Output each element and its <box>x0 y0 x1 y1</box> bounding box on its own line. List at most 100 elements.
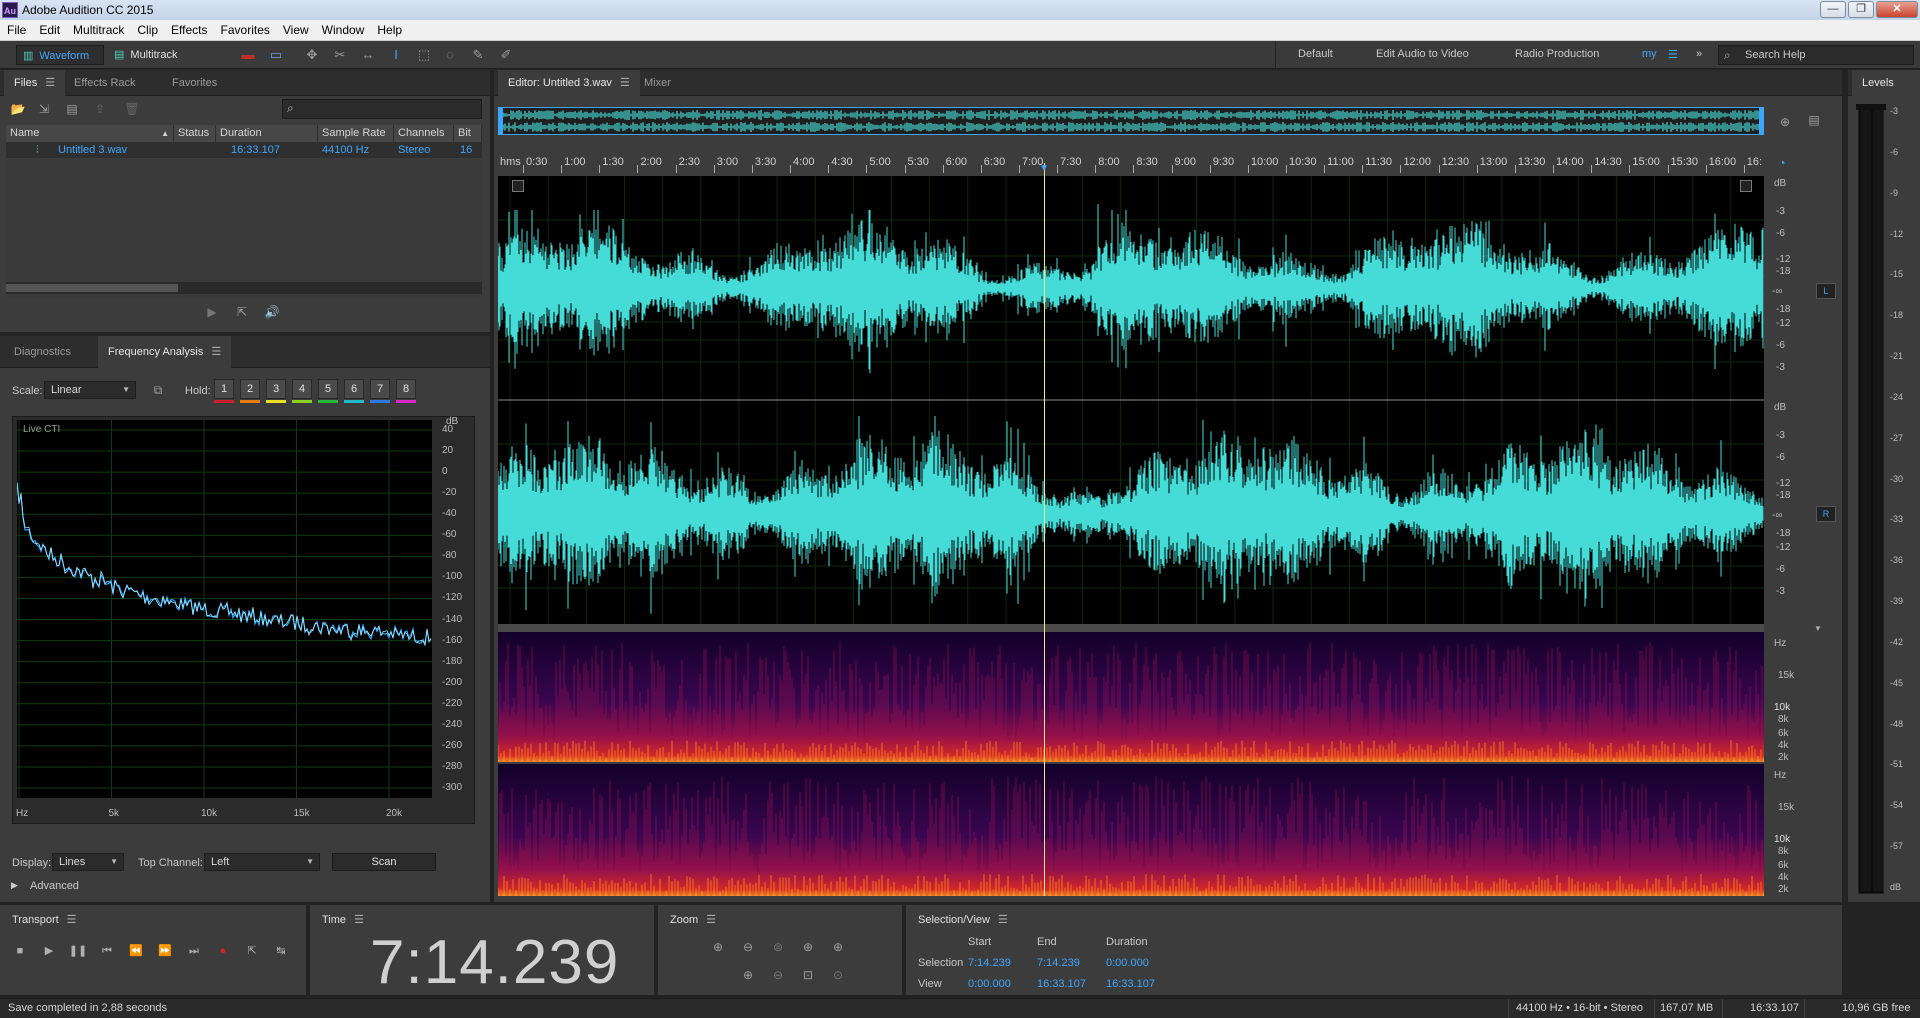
auto-play-icon[interactable]: 🔊 <box>264 304 280 320</box>
col-status[interactable]: Status <box>174 125 216 142</box>
spectral-display[interactable] <box>497 632 1764 896</box>
play-from-cursor-icon[interactable]: ⇱ <box>242 941 262 961</box>
time-selection-tool-icon[interactable]: I <box>388 47 404 63</box>
play-icon[interactable]: ▶ <box>39 941 59 961</box>
selection-end-value[interactable]: 7:14.239 <box>1037 957 1080 969</box>
menu-favorites[interactable]: Favorites <box>214 20 276 37</box>
zoom-out-full-icon[interactable]: ⊜ <box>770 939 786 955</box>
selection-duration-value[interactable]: 0:00.000 <box>1106 957 1149 969</box>
fade-out-handle-icon[interactable] <box>1740 180 1752 192</box>
col-duration[interactable]: Duration <box>216 125 318 142</box>
go-to-end-icon[interactable]: ⏭ <box>184 941 204 961</box>
razor-tool-icon[interactable]: ✂ <box>332 47 348 63</box>
zoom-in-at-in-point-icon[interactable]: ⊕ <box>800 939 816 955</box>
more-workspaces-icon[interactable]: » <box>1696 48 1702 60</box>
time-ruler[interactable]: hms 0:30 1:00 1:30 2:00 2:30 3:00 3:30 4:00 4:30 5… <box>498 153 1764 173</box>
waveform-view-button[interactable]: ▥ Waveform <box>16 45 104 65</box>
pause-icon[interactable]: ❚❚ <box>68 941 88 961</box>
workspace-default[interactable]: Default <box>1298 48 1333 60</box>
col-channels[interactable]: Channels <box>394 125 454 142</box>
scan-button[interactable]: Scan <box>332 853 436 871</box>
workspace-radio-production[interactable]: Radio Production <box>1515 48 1599 60</box>
zoom-reset-icon[interactable]: ⊙ <box>830 967 846 983</box>
menu-effects[interactable]: Effects <box>164 20 213 37</box>
zoom-out-icon[interactable]: ◔ <box>1774 155 1790 171</box>
rewind-icon[interactable]: ⏪ <box>126 941 146 961</box>
view-end-value[interactable]: 16:33.107 <box>1037 978 1086 990</box>
playhead-cti[interactable] <box>1044 163 1046 896</box>
hold-button-7[interactable]: 7 <box>370 379 390 403</box>
table-row[interactable]: ⫶ Untitled 3.wav 16:33.107 44100 Hz Ster… <box>6 142 482 158</box>
menu-view[interactable]: View <box>276 20 315 37</box>
stop-icon[interactable]: ■ <box>10 941 30 961</box>
hold-button-6[interactable]: 6 <box>344 379 364 403</box>
spectral-frequency-display-icon[interactable]: ▬ <box>240 47 256 63</box>
tab-levels[interactable]: Levels <box>1852 70 1920 96</box>
workspace-my[interactable]: my <box>1642 48 1657 60</box>
display-dropdown[interactable]: Lines <box>52 853 124 871</box>
channel-right-toggle[interactable]: R <box>1816 506 1836 522</box>
menu-help[interactable]: Help <box>370 20 408 37</box>
hold-settings-icon[interactable]: ⧉ <box>150 382 166 398</box>
brush-selection-tool-icon[interactable]: ✎ <box>470 47 486 63</box>
selection-start-value[interactable]: 7:14.239 <box>968 957 1011 969</box>
zoom-in-at-out-point-icon[interactable]: ⊕ <box>830 939 846 955</box>
tab-mixer[interactable]: Mixer <box>634 70 681 96</box>
col-bit-depth[interactable]: Bit D <box>454 125 482 156</box>
zoom-to-selection-icon[interactable]: ⊡ <box>800 967 816 983</box>
marquee-selection-tool-icon[interactable]: ⬚ <box>416 47 432 63</box>
fast-forward-icon[interactable]: ⏩ <box>155 941 175 961</box>
display-options-icon[interactable]: ▤ <box>1806 112 1822 128</box>
hold-button-8[interactable]: 8 <box>396 379 416 403</box>
tab-editor[interactable]: Editor: Untitled 3.wav ☰ <box>498 70 640 96</box>
files-search-input[interactable]: ⌕ <box>282 99 482 119</box>
open-file-icon[interactable]: 📂 <box>10 101 26 117</box>
record-icon[interactable]: ● <box>213 941 233 961</box>
tab-diagnostics[interactable]: Diagnostics <box>4 336 81 368</box>
files-horizontal-scrollbar[interactable] <box>6 282 482 294</box>
menu-multitrack[interactable]: Multitrack <box>66 20 130 37</box>
advanced-disclosure-icon[interactable]: ▶ <box>11 880 18 891</box>
overview-navigator[interactable] <box>498 107 1764 135</box>
fade-in-handle-icon[interactable] <box>512 180 524 192</box>
advanced-toggle[interactable]: Advanced <box>30 880 79 892</box>
delete-file-icon[interactable]: 🗑 <box>124 101 140 117</box>
zoom-out-amplitude-icon[interactable]: ⊖ <box>740 939 756 955</box>
tab-files[interactable]: Files ☰ <box>4 70 66 96</box>
slip-tool-icon[interactable]: ↔ <box>360 47 376 63</box>
loop-preview-icon[interactable]: ⇱ <box>234 304 250 320</box>
spectral-pitch-display-icon[interactable]: ▭ <box>268 47 284 63</box>
view-start-value[interactable]: 0:00.000 <box>968 978 1011 990</box>
tab-frequency-analysis[interactable]: Frequency Analysis ☰ <box>98 336 232 368</box>
menu-window[interactable]: Window <box>315 20 371 37</box>
scale-dropdown[interactable]: Linear <box>44 381 136 399</box>
menu-edit[interactable]: Edit <box>32 20 66 37</box>
spot-healing-brush-icon[interactable]: ✐ <box>498 47 514 63</box>
loop-icon[interactable]: ↹ <box>271 941 291 961</box>
current-time-display[interactable]: 7:14.239 <box>370 927 619 998</box>
close-icon[interactable]: ✕ <box>1876 1 1918 18</box>
insert-into-multitrack-icon[interactable]: ⇪ <box>92 101 108 117</box>
waveform-display[interactable] <box>497 176 1764 624</box>
workspace-edit-audio-to-video[interactable]: Edit Audio to Video <box>1376 48 1469 60</box>
zoom-out-frequency-icon[interactable]: ⊖ <box>770 967 786 983</box>
multitrack-view-button[interactable]: ▤ Multitrack <box>108 45 196 65</box>
minimize-icon[interactable]: — <box>1820 1 1846 18</box>
move-tool-icon[interactable]: ✥ <box>304 47 320 63</box>
view-duration-value[interactable]: 16:33.107 <box>1106 978 1155 990</box>
hold-button-4[interactable]: 4 <box>292 379 312 403</box>
new-file-icon[interactable]: ▤ <box>64 101 80 117</box>
menu-file[interactable]: File <box>0 20 32 37</box>
lasso-selection-tool-icon[interactable]: ◌ <box>442 47 458 63</box>
playhead-handle-icon[interactable]: ▼ <box>1039 164 1049 174</box>
tab-favorites[interactable]: Favorites <box>162 70 227 96</box>
workspace-menu-icon[interactable]: ☰ <box>1668 48 1678 61</box>
top-channel-dropdown[interactable]: Left <box>204 853 320 871</box>
go-to-start-icon[interactable]: ⏮ <box>97 941 117 961</box>
zoom-in-amplitude-icon[interactable]: ⊕ <box>710 939 726 955</box>
col-name[interactable]: Name ▲ <box>6 125 174 142</box>
hold-button-3[interactable]: 3 <box>266 379 286 403</box>
zoom-in-frequency-icon[interactable]: ⊕ <box>740 967 756 983</box>
zoom-navigator-icon[interactable]: ⊕ <box>1777 114 1793 130</box>
waveform-spectral-splitter[interactable] <box>498 624 1764 632</box>
